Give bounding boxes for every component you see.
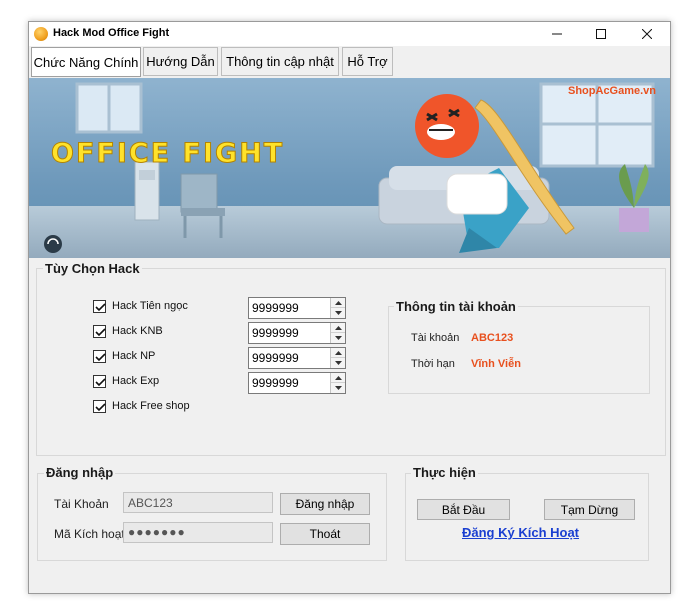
chevron-down-icon	[334, 336, 342, 340]
stepper-up-button[interactable]	[331, 348, 345, 358]
check-icon	[95, 302, 106, 311]
account-info-group	[388, 306, 650, 394]
tab-huong-dan[interactable]: Hướng Dẫn	[143, 47, 218, 76]
actions-legend: Thực hiện	[411, 465, 478, 480]
chevron-up-icon	[334, 325, 342, 330]
app-window: Hack Mod Office Fight Chức Năng Chính Hư…	[28, 21, 671, 594]
tien-ngoc-stepper[interactable]	[248, 297, 346, 319]
banner-headline: OFFICE FIGHT	[51, 138, 284, 169]
close-button[interactable]	[625, 22, 669, 46]
app-icon	[34, 27, 48, 41]
game-banner: OFFICE FIGHT ShopAcGame.vn	[29, 78, 670, 258]
activation-code-label: Mã Kích hoạt	[54, 527, 125, 541]
knb-stepper[interactable]	[248, 322, 346, 344]
hack-free-shop-checkbox[interactable]	[93, 399, 106, 413]
window-title: Hack Mod Office Fight	[53, 27, 170, 39]
hack-exp-option[interactable]: Hack Exp	[93, 372, 159, 390]
login-account-input[interactable]	[128, 493, 272, 512]
stepper-up-button[interactable]	[331, 323, 345, 333]
check-icon	[95, 377, 106, 386]
title-bar: Hack Mod Office Fight	[29, 22, 670, 46]
chevron-down-icon	[334, 311, 342, 315]
tab-thong-tin-cap-nhat[interactable]: Thông tin cập nhật	[221, 47, 339, 76]
stepper-down-button[interactable]	[331, 358, 345, 368]
np-stepper[interactable]	[248, 347, 346, 369]
np-input[interactable]	[249, 348, 331, 368]
maximize-icon	[596, 29, 606, 39]
tab-ho-tro[interactable]: Hỗ Trợ	[342, 47, 393, 76]
knb-input[interactable]	[249, 323, 331, 343]
hack-np-option[interactable]: Hack NP	[93, 347, 155, 365]
tab-chuc-nang-chinh[interactable]: Chức Năng Chính	[31, 47, 141, 77]
hack-tien-ngoc-label: Hack Tiên ngọc	[112, 300, 188, 312]
hack-free-shop-option[interactable]: Hack Free shop	[93, 397, 190, 415]
hack-np-label: Hack NP	[112, 350, 156, 362]
account-info-term-label: Thời hạn	[411, 358, 455, 370]
close-icon	[642, 29, 652, 39]
register-activation-link[interactable]: Đăng Ký Kích Hoạt	[462, 525, 579, 540]
hack-exp-label: Hack Exp	[112, 375, 160, 387]
chevron-down-icon	[334, 386, 342, 390]
check-icon	[95, 352, 106, 361]
account-info-legend: Thông tin tài khoản	[394, 299, 518, 314]
hack-knb-option[interactable]: Hack KNB	[93, 322, 163, 340]
login-group	[37, 473, 387, 561]
hack-knb-label: Hack KNB	[112, 325, 163, 337]
hack-knb-checkbox[interactable]	[93, 324, 106, 338]
chevron-up-icon	[334, 300, 342, 305]
chevron-up-icon	[334, 350, 342, 355]
account-info-term-value: Vĩnh Viễn	[471, 358, 521, 370]
pause-button[interactable]: Tạm Dừng	[544, 499, 635, 520]
exit-button[interactable]: Thoát	[280, 523, 370, 545]
account-info-account-value: ABC123	[471, 332, 514, 344]
stepper-down-button[interactable]	[331, 383, 345, 393]
hack-options-legend: Tùy Chọn Hack	[43, 261, 142, 276]
minimize-button[interactable]	[535, 22, 579, 46]
hack-exp-checkbox[interactable]	[93, 374, 106, 388]
login-account-field[interactable]	[123, 492, 273, 513]
hack-np-checkbox[interactable]	[93, 349, 106, 363]
account-info-account-label: Tài khoản	[411, 332, 460, 344]
login-account-label: Tài Khoản	[54, 497, 109, 511]
exp-input[interactable]	[249, 373, 331, 393]
hack-free-shop-label: Hack Free shop	[112, 400, 190, 412]
activation-code-field[interactable]: ●●●●●●●	[123, 522, 273, 543]
chevron-down-icon	[334, 361, 342, 365]
login-button[interactable]: Đăng nhập	[280, 493, 370, 515]
stepper-down-button[interactable]	[331, 333, 345, 343]
login-legend: Đăng nhập	[44, 465, 116, 480]
maximize-button[interactable]	[579, 22, 623, 46]
check-icon	[95, 402, 106, 411]
stepper-up-button[interactable]	[331, 373, 345, 383]
minimize-icon	[552, 33, 562, 35]
tien-ngoc-input[interactable]	[249, 298, 331, 318]
stepper-down-button[interactable]	[331, 308, 345, 318]
stepper-up-button[interactable]	[331, 298, 345, 308]
banner-watermark: ShopAcGame.vn	[568, 85, 656, 97]
check-icon	[95, 327, 106, 336]
hack-tien-ngoc-option[interactable]: Hack Tiên ngọc	[93, 297, 188, 315]
exp-stepper[interactable]	[248, 372, 346, 394]
tab-bar: Chức Năng Chính Hướng Dẫn Thông tin cập …	[29, 47, 670, 77]
hack-tien-ngoc-checkbox[interactable]	[93, 299, 106, 313]
start-button[interactable]: Bắt Đầu	[417, 499, 510, 520]
chevron-up-icon	[334, 375, 342, 380]
